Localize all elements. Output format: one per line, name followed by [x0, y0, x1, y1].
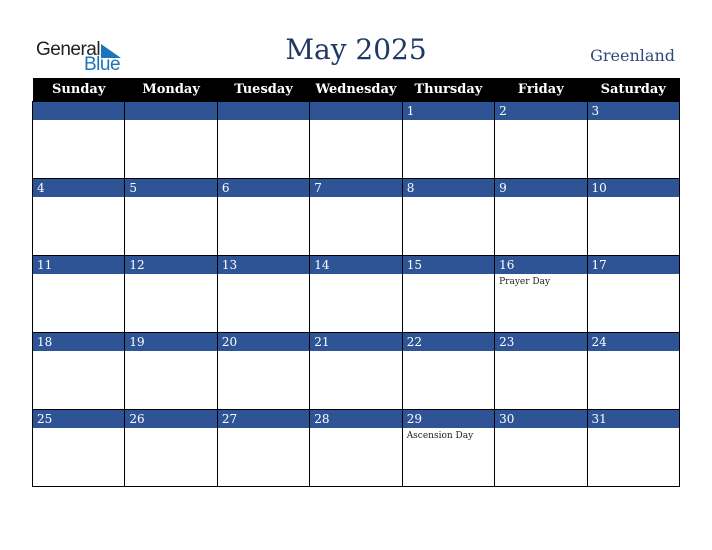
day-number: 20	[217, 333, 310, 351]
day-cell[interactable]: 8	[401, 178, 496, 256]
day-cell[interactable]: 21	[309, 332, 403, 410]
day-number: 3	[587, 102, 679, 120]
week-row: 25 26 27 28 29 Ascension Day 30 31	[31, 409, 681, 487]
day-number: 29	[402, 410, 495, 428]
day-number: 16	[495, 256, 587, 274]
day-number	[33, 102, 125, 120]
day-cell[interactable]: 25	[31, 409, 126, 487]
weekday-header-row: Sunday Monday Tuesday Wednesday Thursday Frid…	[32, 78, 680, 102]
weekday-header: Tuesday	[217, 78, 310, 102]
day-number: 18	[33, 333, 125, 351]
day-cell[interactable]: 4	[31, 178, 126, 256]
week-row: 123	[31, 101, 681, 179]
day-cell[interactable]: 2	[494, 101, 588, 179]
day-number	[217, 102, 310, 120]
day-number: 5	[125, 179, 217, 197]
day-cell[interactable]: 19	[124, 332, 218, 410]
day-cell[interactable]: 31	[586, 409, 681, 487]
day-number: 28	[310, 410, 402, 428]
day-number: 25	[33, 410, 125, 428]
day-number: 15	[402, 256, 495, 274]
day-number: 24	[587, 333, 679, 351]
weekday-header: Sunday	[32, 78, 125, 102]
weekday-header: Monday	[124, 78, 218, 102]
day-cell[interactable]: 30	[494, 409, 588, 487]
day-number: 7	[310, 179, 402, 197]
day-cell[interactable]: 27	[216, 409, 311, 487]
day-number: 14	[310, 256, 402, 274]
weekday-header: Saturday	[587, 78, 680, 102]
day-number: 8	[402, 179, 495, 197]
day-cell[interactable]: 10	[586, 178, 681, 256]
day-number	[310, 102, 402, 120]
day-number: 27	[217, 410, 310, 428]
day-cell[interactable]: 29 Ascension Day	[401, 409, 496, 487]
day-number: 31	[587, 410, 679, 428]
day-number: 12	[125, 256, 217, 274]
weekday-header: Wednesday	[309, 78, 403, 102]
holiday-label: Ascension Day	[406, 431, 474, 441]
day-number: 21	[310, 333, 402, 351]
day-number: 11	[33, 256, 125, 274]
calendar-grid: Sunday Monday Tuesday Wednesday Thursday Frid…	[31, 78, 681, 487]
day-cell[interactable]: 17	[586, 255, 681, 333]
day-cell[interactable]: 20	[216, 332, 311, 410]
day-number: 4	[33, 179, 125, 197]
day-number: 26	[125, 410, 217, 428]
day-cell[interactable]: 3	[586, 101, 681, 179]
day-cell[interactable]: 9	[494, 178, 588, 256]
day-cell[interactable]: 23	[494, 332, 588, 410]
day-cell[interactable]: 16 Prayer Day	[494, 255, 588, 333]
weekday-header: Thursday	[402, 78, 495, 102]
day-cell[interactable]: 13	[216, 255, 311, 333]
day-cell[interactable]: 28	[309, 409, 403, 487]
weekday-header: Friday	[494, 78, 588, 102]
day-cell[interactable]	[124, 101, 218, 179]
day-cell[interactable]: 26	[124, 409, 218, 487]
day-cell[interactable]: 11	[31, 255, 126, 333]
day-cell[interactable]: 24	[586, 332, 681, 410]
day-number: 13	[217, 256, 310, 274]
day-number: 19	[125, 333, 217, 351]
day-cell[interactable]: 6	[216, 178, 311, 256]
day-number: 6	[217, 179, 310, 197]
country-label: Greenland	[590, 46, 675, 65]
week-row: 11 12 13 14 15 16 Prayer Day 17	[31, 255, 681, 333]
week-row: 18 19 20 21 22 23 24	[31, 332, 681, 410]
day-cell[interactable]: 1	[401, 101, 496, 179]
day-number: 22	[402, 333, 495, 351]
day-cell[interactable]: 12	[124, 255, 218, 333]
day-number: 23	[495, 333, 587, 351]
day-cell[interactable]	[309, 101, 403, 179]
day-cell[interactable]: 15	[401, 255, 496, 333]
holiday-label: Prayer Day	[499, 277, 551, 287]
day-cell[interactable]: 22	[401, 332, 496, 410]
day-cell[interactable]: 5	[124, 178, 218, 256]
day-number: 1	[402, 102, 495, 120]
day-cell[interactable]	[216, 101, 311, 179]
day-number: 17	[587, 256, 679, 274]
week-row: 4 5 6 7 8 9 10	[31, 178, 681, 256]
day-cell[interactable]	[31, 101, 126, 179]
day-number: 30	[495, 410, 587, 428]
day-number: 10	[587, 179, 679, 197]
day-number: 9	[495, 179, 587, 197]
day-cell[interactable]: 14	[309, 255, 403, 333]
day-cell[interactable]: 7	[309, 178, 403, 256]
day-number	[125, 102, 217, 120]
day-number: 2	[495, 102, 587, 120]
day-cell[interactable]: 18	[31, 332, 126, 410]
